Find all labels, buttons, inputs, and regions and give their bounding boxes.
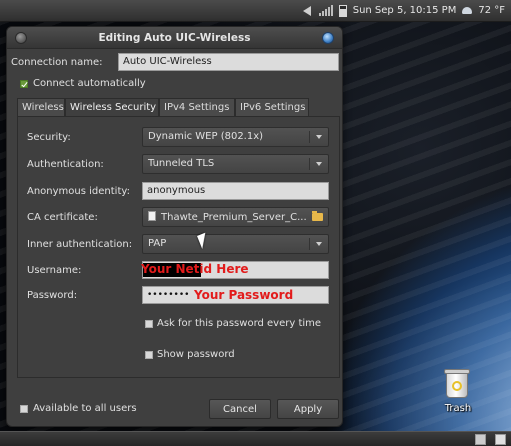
- password-annotation: Your Password: [194, 288, 294, 302]
- dialog-title: Editing Auto UIC-Wireless: [98, 32, 251, 44]
- dialog-titlebar[interactable]: Editing Auto UIC-Wireless: [7, 27, 342, 49]
- tab-wireless-security[interactable]: Wireless Security: [65, 98, 159, 117]
- bottom-panel: [0, 431, 511, 446]
- combo-separator: [309, 131, 310, 143]
- tab-wireless[interactable]: Wireless: [17, 98, 65, 116]
- available-to-all-users-checkbox[interactable]: [20, 405, 28, 413]
- authentication-select[interactable]: Tunneled TLS: [142, 154, 329, 174]
- cancel-button[interactable]: Cancel: [209, 399, 271, 419]
- trash-icon[interactable]: [442, 368, 472, 400]
- password-label: Password:: [27, 290, 78, 301]
- username-annotation: Your Netid Here: [141, 262, 249, 276]
- network-signal-icon[interactable]: [318, 5, 333, 16]
- certificate-file-icon: [148, 211, 156, 221]
- username-label: Username:: [27, 265, 82, 276]
- trash-applet-icon[interactable]: [495, 434, 506, 445]
- volume-icon[interactable]: [302, 5, 311, 16]
- anonymous-identity-label: Anonymous identity:: [27, 186, 130, 197]
- connection-name-input[interactable]: Auto UIC-Wireless: [118, 53, 339, 71]
- show-password-checkbox[interactable]: [145, 351, 153, 359]
- tab-ipv4-settings[interactable]: IPv4 Settings: [159, 98, 235, 116]
- clock[interactable]: Sun Sep 5, 10:15 PM: [353, 5, 457, 16]
- folder-icon: [312, 211, 323, 221]
- inner-authentication-select[interactable]: PAP: [142, 234, 329, 254]
- combo-separator: [309, 158, 310, 170]
- chevron-down-icon: [316, 162, 322, 166]
- maximize-window-icon[interactable]: [322, 32, 334, 44]
- chevron-down-icon: [316, 242, 322, 246]
- show-desktop-icon[interactable]: [475, 434, 486, 445]
- apply-button[interactable]: Apply: [277, 399, 339, 419]
- password-mask: ••••••••: [147, 290, 190, 300]
- recycle-icon: [452, 381, 462, 391]
- top-panel: Sun Sep 5, 10:15 PM 72 °F: [0, 0, 511, 22]
- ca-certificate-label: CA certificate:: [27, 212, 98, 223]
- temperature[interactable]: 72 °F: [478, 5, 505, 16]
- connect-automatically-checkbox[interactable]: [20, 80, 28, 88]
- security-select-value: Dynamic WEP (802.1x): [148, 131, 264, 142]
- security-label: Security:: [27, 132, 71, 143]
- inner-authentication-select-value: PAP: [148, 238, 167, 249]
- anonymous-identity-input[interactable]: anonymous: [142, 182, 329, 200]
- available-to-all-users-label: Available to all users: [33, 403, 137, 414]
- ask-password-checkbox[interactable]: [145, 320, 153, 328]
- trash-label[interactable]: Trash: [442, 403, 474, 414]
- weather-icon[interactable]: [462, 7, 473, 14]
- security-select[interactable]: Dynamic WEP (802.1x): [142, 127, 329, 147]
- edit-connection-dialog: Editing Auto UIC-Wireless Connection nam…: [6, 26, 343, 427]
- show-password-label: Show password: [157, 349, 235, 360]
- connection-name-label: Connection name:: [11, 57, 103, 68]
- ask-password-label: Ask for this password every time: [157, 318, 322, 329]
- tab-ipv6-settings[interactable]: IPv6 Settings: [235, 98, 309, 116]
- chevron-down-icon: [316, 135, 322, 139]
- connect-automatically-label: Connect automatically: [33, 78, 146, 89]
- combo-separator: [309, 238, 310, 250]
- authentication-label: Authentication:: [27, 159, 104, 170]
- authentication-select-value: Tunneled TLS: [148, 158, 215, 169]
- ca-certificate-chooser[interactable]: Thawte_Premium_Server_C...: [142, 207, 329, 227]
- trash-can-lid: [444, 369, 470, 374]
- battery-icon[interactable]: [338, 4, 347, 17]
- ca-certificate-value: Thawte_Premium_Server_C...: [161, 212, 307, 223]
- inner-authentication-label: Inner authentication:: [27, 239, 133, 250]
